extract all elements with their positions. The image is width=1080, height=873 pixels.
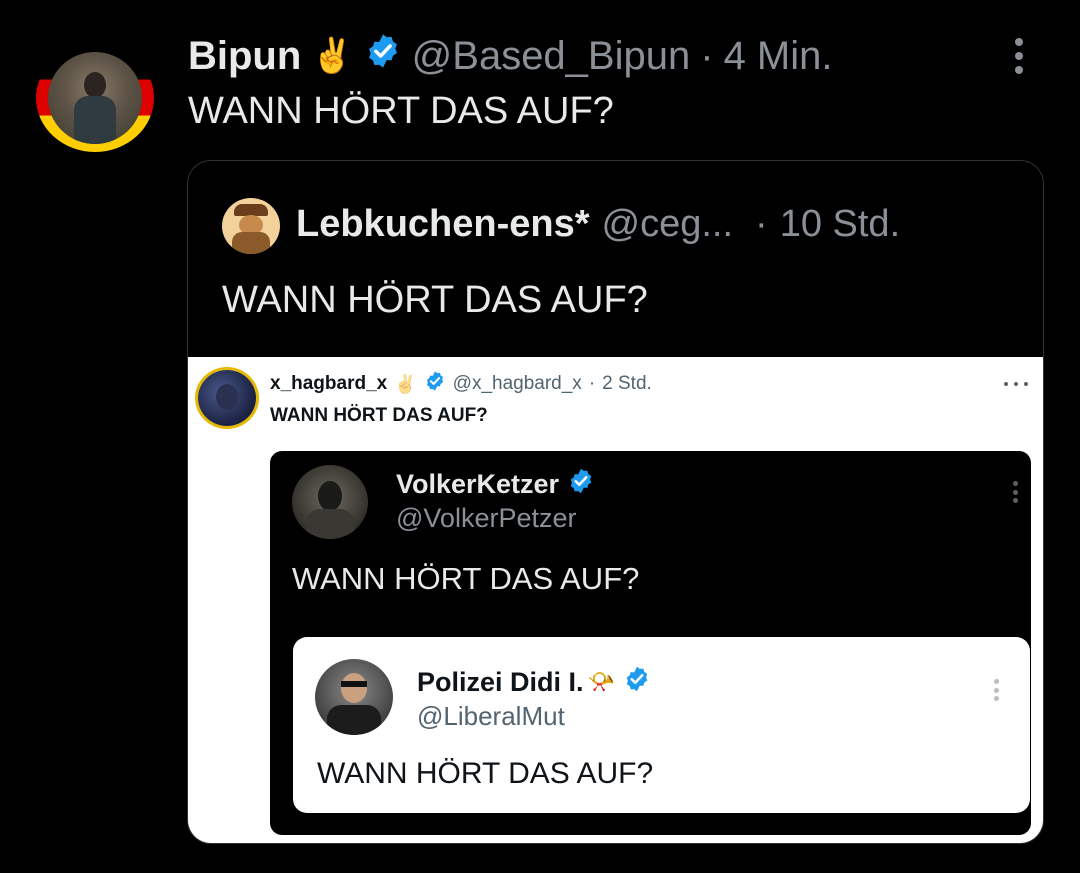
quote2-separator: · — [588, 373, 596, 394]
quote1-attached-image[interactable]: x_hagbard_x ✌️ @x_hagbard_x · 2 Std. WAN… — [188, 357, 1043, 843]
more-vertical-icon[interactable] — [1012, 38, 1026, 74]
quote-card-4[interactable]: Polizei Didi I. 📯 @LiberalMut WANN HÖRT … — [293, 637, 1030, 813]
more-horizontal-icon[interactable] — [1004, 382, 1028, 386]
post-author-avatar[interactable] — [36, 44, 154, 152]
quote2-header: x_hagbard_x ✌️ @x_hagbard_x · 2 Std. — [270, 371, 652, 397]
quote2-handle[interactable]: @x_hagbard_x — [453, 373, 582, 395]
quote4-header: Polizei Didi I. 📯 — [417, 665, 651, 699]
post-display-name[interactable]: Bipun — [188, 34, 301, 79]
quote1-time[interactable]: 10 Std. — [780, 203, 900, 246]
post-header: Bipun ✌️ @Based_Bipun · 4 Min. — [188, 30, 833, 82]
post-handle[interactable]: @Based_Bipun — [412, 34, 691, 79]
verified-badge-icon — [424, 370, 446, 398]
victory-hand-icon: ✌️ — [394, 373, 417, 394]
verified-badge-icon — [364, 32, 402, 80]
quote1-handle[interactable]: @ceg... — [602, 203, 734, 246]
post-time[interactable]: 4 Min. — [724, 34, 833, 79]
quote2-text: WANN HÖRT DAS AUF? — [270, 405, 488, 426]
quote1-text: WANN HÖRT DAS AUF? — [222, 279, 648, 321]
quote3-header: VolkerKetzer — [396, 467, 595, 501]
quote1-author-avatar[interactable] — [222, 198, 280, 254]
quote3-author-avatar[interactable] — [292, 465, 368, 539]
verified-badge-icon — [567, 467, 595, 502]
quote4-author-avatar[interactable] — [315, 659, 393, 735]
quote3-text: WANN HÖRT DAS AUF? — [292, 561, 640, 596]
quote-card-1[interactable]: Lebkuchen-ens* @ceg... · 10 Std. WANN HÖ… — [187, 160, 1044, 844]
quote2-display-name[interactable]: x_hagbard_x — [270, 373, 387, 395]
post-text: WANN HÖRT DAS AUF? — [188, 90, 614, 132]
quote4-handle[interactable]: @LiberalMut — [417, 701, 565, 732]
quote2-time[interactable]: 2 Std. — [602, 373, 652, 395]
quote4-text: WANN HÖRT DAS AUF? — [317, 757, 654, 790]
victory-hand-icon: ✌️ — [311, 37, 354, 75]
quote1-header: Lebkuchen-ens* @ceg... · 10 Std. — [296, 201, 900, 247]
quote1-display-name[interactable]: Lebkuchen-ens* — [296, 203, 590, 246]
more-vertical-icon[interactable] — [992, 679, 1000, 701]
verified-badge-icon — [623, 665, 651, 700]
post-separator: · — [700, 33, 714, 78]
quote3-handle[interactable]: @VolkerPetzer — [396, 503, 576, 534]
quote-card-3[interactable]: VolkerKetzer @VolkerPetzer WANN HÖRT DAS… — [270, 451, 1031, 835]
postal-horn-icon: 📯 — [587, 669, 615, 694]
quote2-author-avatar[interactable] — [198, 370, 256, 426]
quote1-separator: · — [755, 202, 768, 245]
quote4-display-name[interactable]: Polizei Didi I. — [417, 667, 584, 698]
more-vertical-icon[interactable] — [1011, 481, 1019, 503]
quote3-display-name[interactable]: VolkerKetzer — [396, 469, 559, 500]
avatar-photo — [48, 52, 142, 144]
